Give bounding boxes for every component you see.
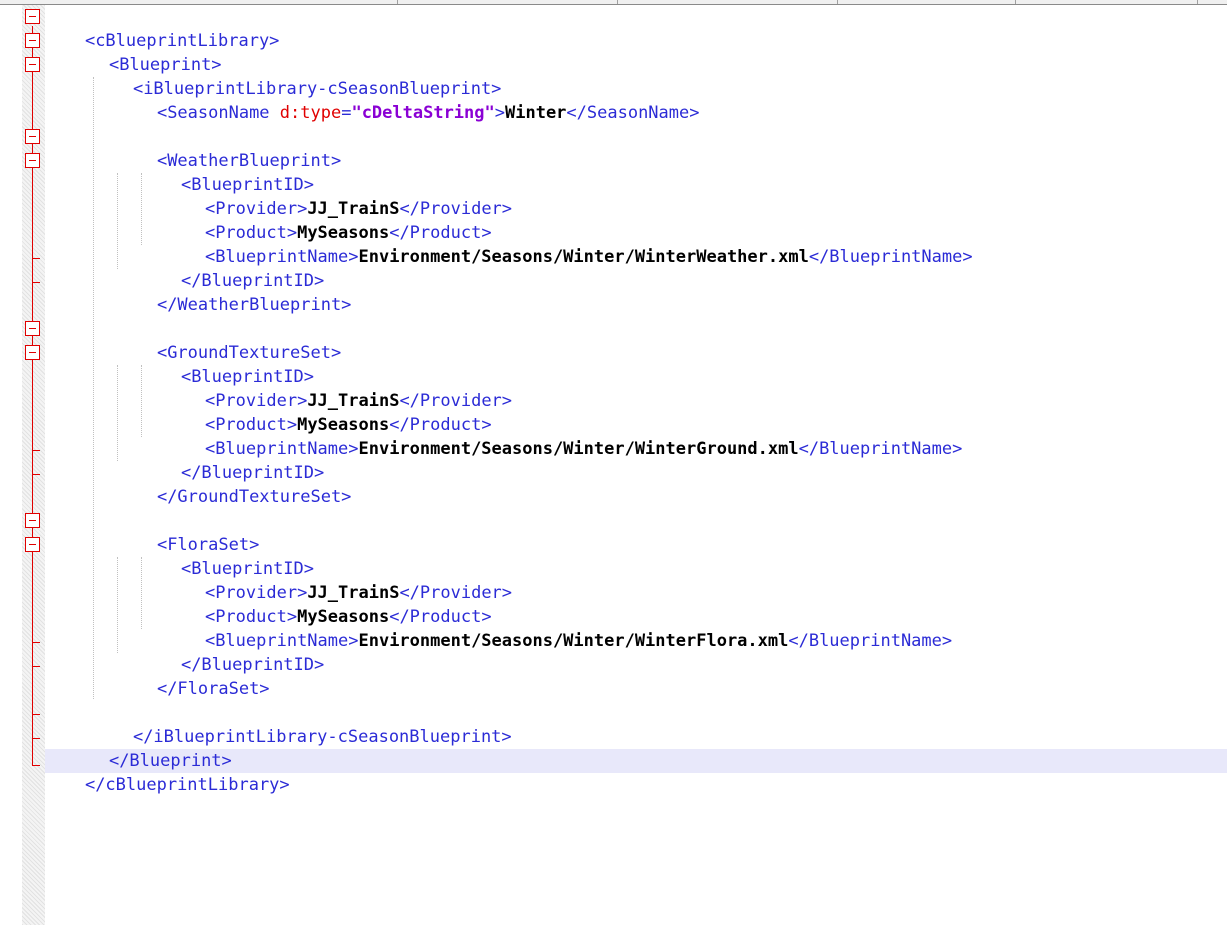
code-line[interactable]: <WeatherBlueprint> xyxy=(116,125,341,171)
fold-end-marker xyxy=(32,765,40,766)
code-line[interactable]: <iBlueprintLibrary-cSeasonBlueprint> xyxy=(92,53,501,99)
xml-tag: </WeatherBlueprint> xyxy=(156,295,352,315)
fold-end-marker xyxy=(32,282,40,283)
code-line[interactable]: <cBlueprintLibrary> xyxy=(44,5,279,51)
line-number-margin xyxy=(0,5,22,925)
fold-toggle-icon[interactable] xyxy=(25,537,40,552)
fold-toggle-icon[interactable] xyxy=(25,153,40,168)
code-line[interactable]: </BlueprintID> xyxy=(140,437,324,483)
code-line[interactable]: </Blueprint> xyxy=(68,725,232,771)
xml-text: Winter xyxy=(505,103,567,123)
xml-tag: </BlueprintName> xyxy=(808,247,973,267)
fold-end-marker xyxy=(32,258,40,259)
fold-end-marker xyxy=(32,642,40,643)
tab-separator xyxy=(397,0,398,4)
fold-end-marker xyxy=(32,714,40,715)
fold-end-marker xyxy=(32,738,40,739)
xml-attribute-value: "cDeltaString" xyxy=(351,103,495,123)
fold-end-marker xyxy=(32,450,40,451)
xml-equals: = xyxy=(341,103,352,123)
fold-toggle-icon[interactable] xyxy=(25,57,40,72)
code-line[interactable]: <Product>MySeasons</Product> xyxy=(164,389,492,435)
fold-toggle-icon[interactable] xyxy=(25,513,40,528)
fold-toggle-icon[interactable] xyxy=(25,345,40,360)
xml-tag-end: > xyxy=(494,103,505,123)
tab-separator xyxy=(837,0,838,4)
code-line[interactable]: <BlueprintName>Environment/Seasons/Winte… xyxy=(164,221,973,267)
xml-tag: </GroundTextureSet> xyxy=(156,487,352,507)
code-line[interactable]: </WeatherBlueprint> xyxy=(116,269,351,315)
tab-separator xyxy=(1015,0,1016,4)
code-line[interactable]: <BlueprintID> xyxy=(140,341,314,387)
fold-toggle-icon[interactable] xyxy=(25,321,40,336)
tab-separator xyxy=(1197,0,1198,4)
code-line[interactable]: </iBlueprintLibrary-cSeasonBlueprint> xyxy=(92,701,512,747)
fold-end-marker xyxy=(32,474,40,475)
code-line[interactable]: <Provider>JJ_TrainS</Provider> xyxy=(164,365,512,411)
code-line[interactable]: <Provider>JJ_TrainS</Provider> xyxy=(164,173,512,219)
code-line[interactable]: <Provider>JJ_TrainS</Provider> xyxy=(164,557,512,603)
code-line[interactable]: <BlueprintName>Environment/Seasons/Winte… xyxy=(164,413,962,459)
xml-tag: </BlueprintName> xyxy=(798,439,963,459)
code-line[interactable]: <BlueprintName>Environment/Seasons/Winte… xyxy=(164,605,952,651)
code-line[interactable]: <SeasonName d:type="cDeltaString">Winter… xyxy=(116,77,700,123)
code-line[interactable]: </BlueprintID> xyxy=(140,629,324,675)
code-line[interactable]: <GroundTextureSet> xyxy=(116,317,341,363)
indent-guide xyxy=(93,77,94,699)
code-line[interactable]: </cBlueprintLibrary> xyxy=(44,749,290,795)
xml-tag: </cBlueprintLibrary> xyxy=(84,775,290,795)
xml-text: Environment/Seasons/Winter/WinterFlora.x… xyxy=(358,631,789,651)
xml-tag: <SeasonName xyxy=(156,103,280,123)
fold-toggle-icon[interactable] xyxy=(25,9,40,24)
code-line[interactable]: <FloraSet> xyxy=(116,509,259,555)
xml-text: Environment/Seasons/Winter/WinterWeather… xyxy=(358,247,809,267)
code-line[interactable]: <Product>MySeasons</Product> xyxy=(164,581,492,627)
fold-end-marker xyxy=(32,666,40,667)
code-line[interactable]: </BlueprintID> xyxy=(140,245,324,291)
fold-toggle-icon[interactable] xyxy=(25,33,40,48)
xml-tag: </FloraSet> xyxy=(156,679,270,699)
code-line[interactable]: <BlueprintID> xyxy=(140,149,314,195)
xml-tag: </SeasonName> xyxy=(566,103,700,123)
code-line[interactable]: </GroundTextureSet> xyxy=(116,461,351,507)
xml-attribute: d:type xyxy=(279,103,342,123)
code-line[interactable]: </FloraSet> xyxy=(116,653,270,699)
code-line[interactable]: <Blueprint> xyxy=(68,29,222,75)
tab-separator xyxy=(617,0,618,4)
xml-text: Environment/Seasons/Winter/WinterGround.… xyxy=(358,439,799,459)
fold-toggle-icon[interactable] xyxy=(25,129,40,144)
code-line[interactable]: <BlueprintID> xyxy=(140,533,314,579)
code-line[interactable]: <Product>MySeasons</Product> xyxy=(164,197,492,243)
xml-tag: </BlueprintName> xyxy=(788,631,953,651)
